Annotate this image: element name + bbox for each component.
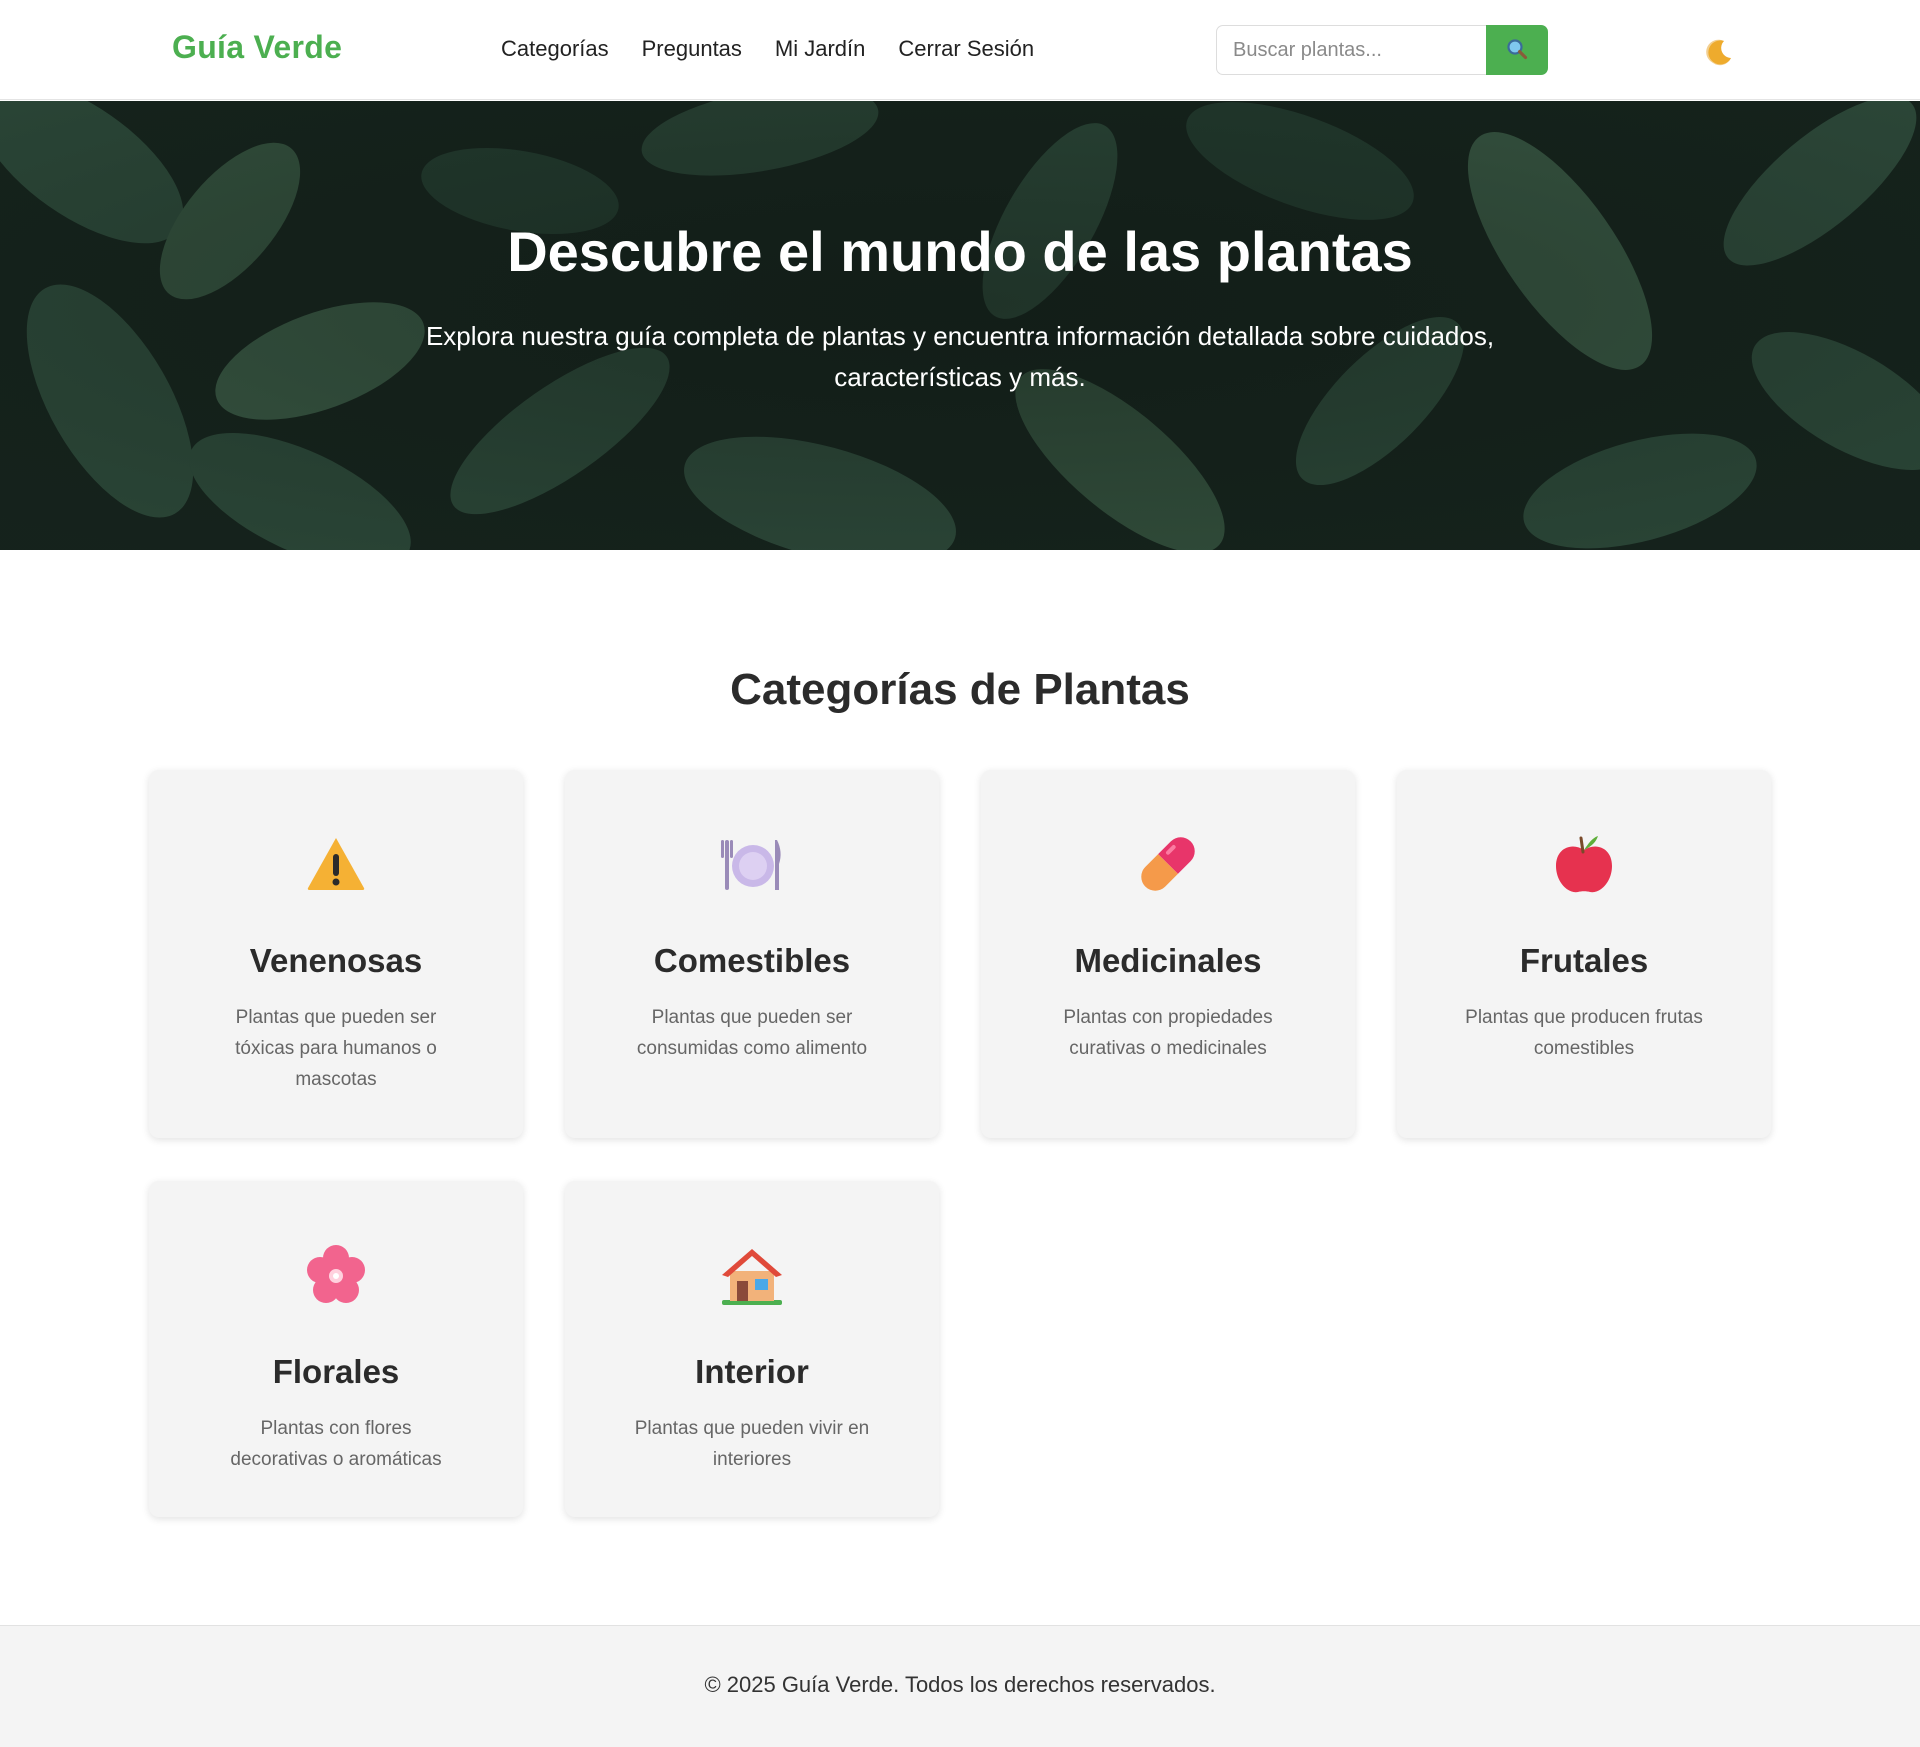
flower-icon xyxy=(304,1243,368,1307)
apple-icon xyxy=(1552,832,1616,896)
nav-link-categorias[interactable]: Categorías xyxy=(501,36,609,62)
magnifier-icon xyxy=(1506,38,1528,63)
pill-icon xyxy=(1136,832,1200,896)
category-description: Plantas que pueden ser consumidas como a… xyxy=(636,1007,868,1059)
category-name: Comestibles xyxy=(653,942,851,979)
nav-link-preguntas[interactable]: Preguntas xyxy=(642,36,742,62)
search-button[interactable] xyxy=(1486,25,1548,75)
hero-banner: Descubre el mundo de las plantas Explora… xyxy=(0,101,1920,550)
category-description: Plantas que pueden ser tóxicas para huma… xyxy=(235,1007,437,1090)
theme-toggle-button[interactable] xyxy=(1704,36,1736,68)
category-name: Frutales xyxy=(1519,942,1649,979)
nav-link-cerrar-sesion[interactable]: Cerrar Sesión xyxy=(898,36,1034,62)
categories-title: Categorías de Plantas xyxy=(730,665,1190,714)
hero-subtitle: Explora nuestra guía completa de plantas… xyxy=(425,321,1495,392)
category-description: Plantas que producen frutas comestibles xyxy=(1465,1007,1703,1059)
site-header: Guía Verde Categorías Preguntas Mi Jardí… xyxy=(0,0,1920,100)
site-footer: © 2025 Guía Verde. Todos los derechos re… xyxy=(0,1625,1920,1747)
house-icon xyxy=(720,1243,784,1307)
hero-title: Descubre el mundo de las plantas xyxy=(507,220,1413,283)
warning-icon xyxy=(304,832,368,896)
footer-copyright: © 2025 Guía Verde. Todos los derechos re… xyxy=(704,1672,1216,1697)
category-name: Interior xyxy=(695,1353,809,1390)
category-card-medicinales[interactable]: Medicinales Plantas con propiedades cura… xyxy=(981,770,1355,1138)
moon-icon xyxy=(1704,39,1736,72)
search-bar xyxy=(1216,25,1548,75)
site-logo[interactable]: Guía Verde xyxy=(172,29,342,66)
category-description: Plantas con flores decorativas o aromáti… xyxy=(230,1418,442,1470)
category-name: Venenosas xyxy=(249,942,423,979)
nav-link-mi-jardin[interactable]: Mi Jardín xyxy=(775,36,865,62)
category-card-comestibles[interactable]: Comestibles Plantas que pueden ser consu… xyxy=(565,770,939,1138)
main-nav: Categorías Preguntas Mi Jardín Cerrar Se… xyxy=(501,36,1034,62)
category-name: Florales xyxy=(272,1353,400,1390)
category-card-frutales[interactable]: Frutales Plantas que producen frutas com… xyxy=(1397,770,1771,1138)
category-card-florales[interactable]: Florales Plantas con flores decorativas … xyxy=(149,1181,523,1517)
category-description: Plantas con propiedades curativas o medi… xyxy=(1063,1007,1273,1059)
category-card-interior[interactable]: Interior Plantas que pueden vivir en int… xyxy=(565,1181,939,1517)
plate-cutlery-icon xyxy=(720,832,784,896)
category-card-venenosas[interactable]: Venenosas Plantas que pueden ser tóxicas… xyxy=(149,770,523,1138)
category-description: Plantas que pueden vivir en interiores xyxy=(634,1418,870,1470)
search-input[interactable] xyxy=(1216,25,1486,75)
category-name: Medicinales xyxy=(1074,942,1262,979)
